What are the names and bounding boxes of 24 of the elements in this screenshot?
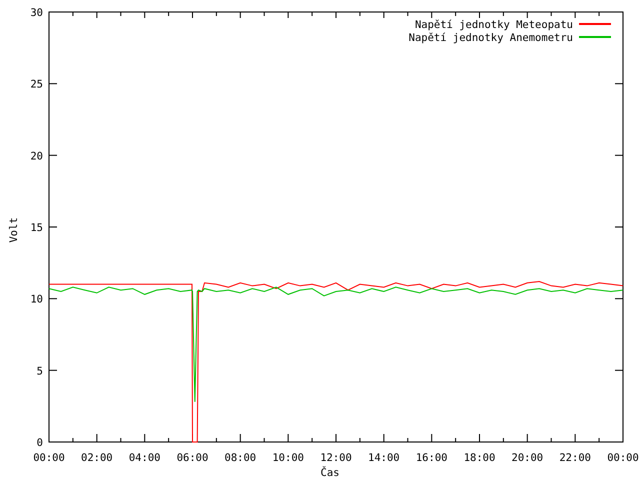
x-tick-label: 10:00 [272,452,304,464]
x-tick-label: 00:00 [607,452,639,464]
x-tick-label: 08:00 [224,452,256,464]
x-tick-label: 18:00 [464,452,496,464]
x-tick-label: 14:00 [368,452,400,464]
x-tick-label: 04:00 [128,452,160,464]
legend-label: Napětí jednotky Anemometru [408,32,573,44]
y-tick-label: 25 [30,78,43,91]
y-tick-label: 15 [30,222,43,234]
x-tick-label: 06:00 [176,452,208,464]
x-tick-label: 16:00 [416,452,448,464]
x-tick-label: 12:00 [320,452,352,464]
x-axis-title: Čas [320,467,340,479]
y-tick-label: 0 [36,437,43,449]
y-tick-label: 10 [30,294,43,306]
x-tick-label: 02:00 [81,452,113,464]
y-tick-label: 20 [30,150,43,162]
y-tick-label: 5 [36,365,43,378]
x-tick-label: 00:00 [33,452,65,464]
legend-label: Napětí jednotky Meteopatu [414,19,573,31]
y-axis-title: Volt [8,217,20,243]
y-tick-label: 30 [30,7,43,19]
x-tick-label: 20:00 [512,452,544,464]
x-tick-label: 22:00 [559,452,591,464]
